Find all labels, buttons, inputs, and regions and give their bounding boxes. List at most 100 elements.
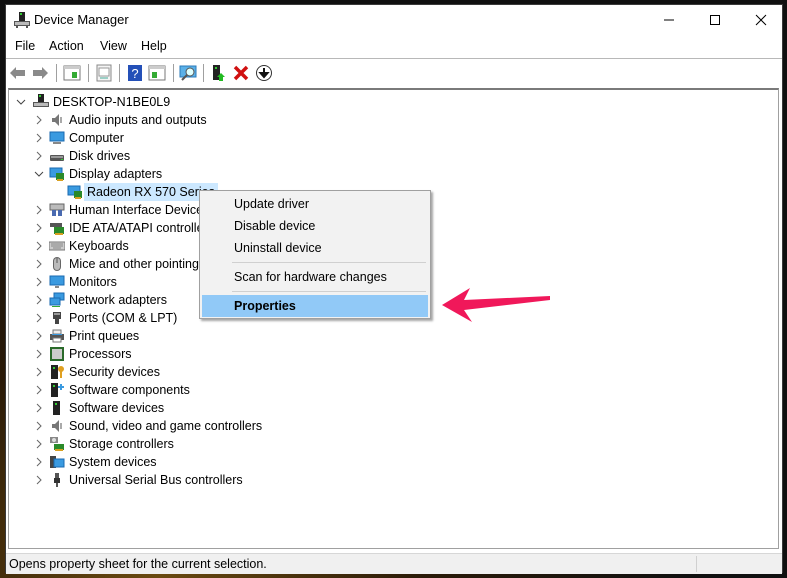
chevron-right-icon[interactable] (33, 437, 45, 451)
printer-icon (50, 329, 64, 343)
mouse-icon (53, 257, 61, 271)
security-icon (51, 365, 64, 379)
tree-device-label: Radeon RX 570 Series (84, 183, 218, 201)
back-arrow-icon[interactable] (9, 64, 27, 82)
menu-view[interactable]: View (100, 39, 127, 53)
display-adapter-icon (67, 185, 82, 199)
chevron-right-icon[interactable] (33, 203, 45, 217)
maximize-button[interactable] (692, 5, 738, 35)
help-icon[interactable]: ? (126, 64, 144, 82)
toolbar-separator (119, 64, 120, 82)
chevron-right-icon[interactable] (33, 419, 45, 433)
tree-category-label: IDE ATA/ATAPI controllers (69, 221, 214, 235)
context-item-label: Scan for hardware changes (234, 270, 387, 284)
uninstall-icon[interactable] (232, 64, 250, 82)
network-icon (49, 292, 65, 307)
computer-icon (49, 131, 65, 144)
window-title: Device Manager (34, 12, 129, 27)
menu-help[interactable]: Help (141, 39, 167, 53)
chevron-down-icon[interactable] (15, 95, 27, 109)
tree-category-label: Software devices (69, 401, 165, 415)
processor-icon (50, 347, 64, 361)
annotation-arrow-icon (442, 288, 550, 322)
tree-category-label: Universal Serial Bus controllers (69, 473, 243, 487)
update-driver-icon[interactable] (210, 64, 228, 82)
toolbar: ? (6, 58, 782, 87)
chevron-right-icon[interactable] (33, 113, 45, 127)
minimize-button[interactable] (646, 5, 692, 35)
usb-icon (54, 473, 60, 487)
disable-device-icon[interactable] (255, 64, 273, 82)
device-manager-app-icon (14, 12, 30, 28)
menu-bar: File Action View Help (6, 35, 782, 57)
chevron-right-icon[interactable] (33, 401, 45, 415)
maximize-icon (710, 15, 720, 25)
chevron-right-icon[interactable] (33, 275, 45, 289)
tree-category-label: Security devices (69, 365, 161, 379)
context-menu: Update driver Disable device Uninstall d… (199, 190, 431, 319)
chevron-right-icon[interactable] (33, 455, 45, 469)
context-scan-hardware[interactable]: Scan for hardware changes (202, 266, 428, 288)
context-item-label: Uninstall device (234, 241, 322, 255)
chevron-right-icon[interactable] (33, 239, 45, 253)
action-pane-icon[interactable] (148, 64, 166, 82)
scan-hardware-icon[interactable] (179, 64, 197, 82)
context-disable-device[interactable]: Disable device (202, 215, 428, 237)
speaker-icon (52, 114, 62, 126)
chevron-right-icon[interactable] (33, 365, 45, 379)
console-tree-icon[interactable] (63, 64, 81, 82)
status-text: Opens property sheet for the current sel… (9, 557, 267, 571)
tree-category-label: Storage controllers (69, 437, 174, 451)
context-item-label: Update driver (234, 197, 310, 211)
tree-category-label: Monitors (69, 275, 117, 289)
context-properties[interactable]: Properties (202, 295, 428, 317)
disk-drive-icon (50, 155, 64, 161)
menu-file[interactable]: File (15, 39, 35, 53)
status-divider (696, 556, 697, 572)
storage-controller-icon (50, 437, 64, 451)
tree-category-label: Software components (69, 383, 190, 397)
forward-arrow-icon[interactable] (31, 64, 49, 82)
tree-category-label: Keyboards (69, 239, 129, 253)
chevron-right-icon[interactable] (33, 383, 45, 397)
tree-category-label: Display adapters (69, 167, 163, 181)
context-update-driver[interactable]: Update driver (202, 193, 428, 215)
computer-root-icon (33, 94, 49, 107)
close-icon (755, 14, 767, 26)
title-bar[interactable]: Device Manager (6, 5, 782, 35)
chevron-right-icon[interactable] (33, 149, 45, 163)
monitor-icon (49, 275, 65, 288)
chevron-right-icon[interactable] (33, 257, 45, 271)
tree-category-label: Human Interface Devices (69, 203, 210, 217)
context-separator (232, 262, 426, 263)
tree-category-label: Disk drives (69, 149, 131, 163)
context-item-label: Disable device (234, 219, 316, 233)
tree-category-label: System devices (69, 455, 157, 469)
tree-category-label: Network adapters (69, 293, 167, 307)
context-uninstall-device[interactable]: Uninstall device (202, 237, 428, 259)
chevron-right-icon[interactable] (33, 311, 45, 325)
chevron-right-icon[interactable] (33, 221, 45, 235)
tree-category-label: Computer (69, 131, 124, 145)
close-button[interactable] (738, 5, 784, 35)
software-device-icon (53, 401, 60, 415)
menu-action[interactable]: Action (49, 39, 84, 53)
chevron-right-icon[interactable] (33, 293, 45, 307)
chevron-down-icon[interactable] (33, 167, 45, 181)
sound-icon (52, 420, 62, 432)
tree-category-label: Processors (69, 347, 132, 361)
tree-category-label: Audio inputs and outputs (69, 113, 207, 127)
port-icon (53, 312, 61, 324)
system-device-icon (50, 456, 65, 468)
chevron-right-icon[interactable] (33, 473, 45, 487)
svg-text:?: ? (131, 66, 138, 81)
toolbar-separator (173, 64, 174, 82)
toolbar-separator (56, 64, 57, 82)
chevron-right-icon[interactable] (33, 131, 45, 145)
chevron-right-icon[interactable] (33, 329, 45, 343)
properties-icon[interactable] (95, 64, 113, 82)
tree-category-label: Ports (COM & LPT) (69, 311, 178, 325)
chevron-right-icon[interactable] (33, 347, 45, 361)
context-separator (232, 291, 426, 292)
tree-category-label: Sound, video and game controllers (69, 419, 263, 433)
